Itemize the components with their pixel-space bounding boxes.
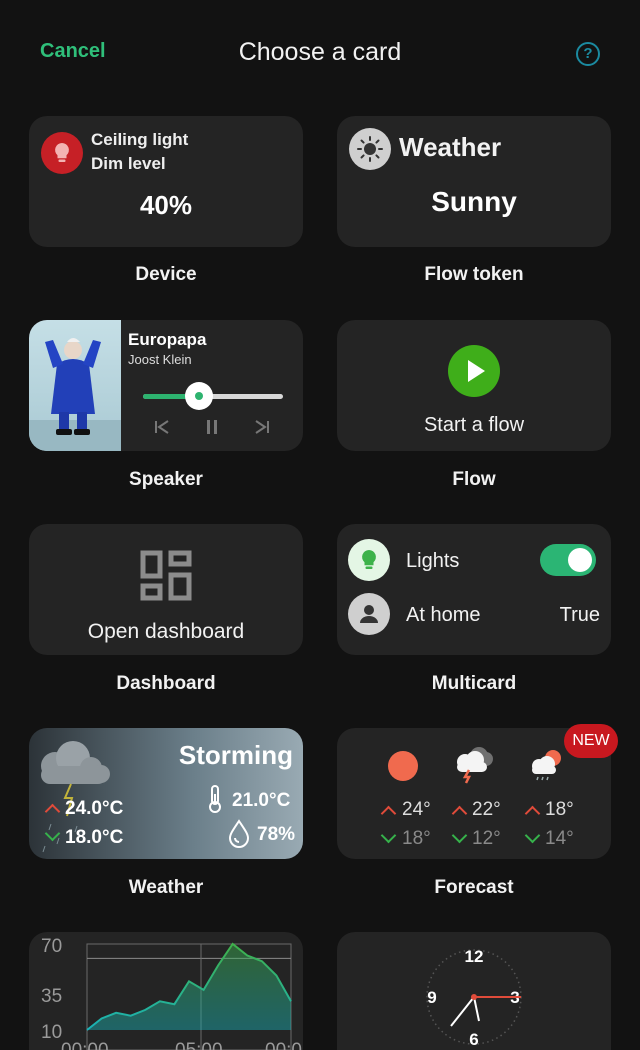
multicard-row-home-value: True [559, 604, 600, 626]
card-caption-speaker: Speaker [129, 469, 203, 490]
header-bar: Cancel Choose a card ? [0, 0, 640, 100]
card-caption-weather: Weather [128, 877, 204, 898]
token-title: Weather [399, 132, 502, 162]
chart-area [87, 944, 291, 1030]
volume-slider-track[interactable] [143, 394, 283, 399]
chart-y-tick-label: 35 [41, 986, 62, 1007]
multicard-row-lights-label: Lights [406, 550, 460, 572]
next-track-icon[interactable] [253, 418, 271, 436]
dashboard-label: Open dashboard [87, 620, 245, 643]
device-card[interactable]: Ceiling light Dim level 40% [29, 116, 303, 247]
album-art-image [29, 320, 121, 451]
lights-toggle[interactable] [540, 544, 596, 576]
bulb-icon [41, 132, 83, 174]
volume-slider-handle[interactable] [185, 382, 213, 410]
clock-card[interactable]: 12 3 6 9 [337, 932, 611, 1050]
sun-icon [349, 128, 391, 170]
arrow-down-icon [380, 827, 397, 844]
weather-temperature: 21.0°C [232, 790, 291, 811]
weather-condition: Storming [178, 740, 293, 770]
speaker-card[interactable]: Europapa Joost Klein [29, 320, 303, 451]
thermometer-icon [209, 785, 221, 813]
chart-y-tick-label: 10 [41, 1022, 62, 1043]
clock-numeral-9: 9 [427, 988, 436, 1007]
user-icon [348, 593, 390, 635]
forecast-day2-high: 22° [472, 799, 501, 820]
multicard-card[interactable]: Lights At home True [337, 524, 611, 655]
arrow-up-icon [380, 805, 397, 822]
device-name: Ceiling light [91, 130, 189, 149]
forecast-day3-high: 18° [545, 799, 574, 820]
bulb-icon [348, 539, 390, 581]
capability-label: Dim level [91, 154, 166, 173]
card-caption-flow-token: Flow token [424, 264, 524, 285]
weather-low-temp: 18.0°C [65, 827, 124, 848]
rain-sun-icon [532, 750, 561, 781]
forecast-day2-low: 12° [472, 828, 501, 849]
card-caption-device: Device [135, 264, 197, 285]
chart-card[interactable]: 70 35 1000:00 05:00 00:0 [29, 932, 303, 1050]
flow-card[interactable]: Start a flow [337, 320, 611, 451]
page-title: Choose a card [238, 38, 402, 66]
flow-token-card[interactable]: Weather Sunny [337, 116, 611, 247]
previous-track-icon[interactable] [153, 418, 171, 436]
analog-clock-icon: 12 3 6 9 [426, 947, 522, 1049]
device-value: 40% [139, 190, 193, 220]
forecast-day1-high: 24° [402, 799, 431, 820]
flow-label: Start a flow [423, 414, 525, 436]
dashboard-icon [140, 550, 192, 601]
forecast-day1-low: 18° [402, 828, 431, 849]
card-caption-multicard: Multicard [431, 673, 517, 694]
track-title: Europapa [128, 330, 207, 349]
weather-card[interactable]: Storming 24.0°C 18.0°C 21.0°C 78% [29, 728, 303, 859]
card-caption-forecast: Forecast [434, 877, 514, 898]
new-badge: NEW [564, 724, 618, 758]
card-caption-dashboard: Dashboard [116, 673, 216, 694]
clock-numeral-6: 6 [469, 1030, 478, 1049]
thunderstorm-icon [457, 747, 493, 784]
arrow-down-icon [451, 827, 468, 844]
chart-x-tick-label: 05:00 [175, 1040, 223, 1050]
pause-icon[interactable] [203, 418, 221, 436]
weather-humidity: 78% [257, 824, 296, 845]
weather-high-temp: 24.0°C [65, 798, 124, 819]
token-value: Sunny [431, 186, 517, 217]
arrow-up-icon [451, 805, 468, 822]
area-chart: 70 35 1000:00 05:00 00:0 [41, 936, 302, 1050]
track-artist: Joost Klein [128, 352, 192, 367]
chart-x-tick-label: 00:00 [61, 1040, 109, 1050]
multicard-row-home-label: At home [406, 604, 481, 626]
arrow-down-icon [524, 827, 541, 844]
help-icon[interactable]: ? [576, 42, 600, 66]
dashboard-card[interactable]: Open dashboard [29, 524, 303, 655]
play-icon[interactable] [448, 345, 500, 397]
chart-y-tick-label: 70 [41, 936, 62, 957]
chart-x-tick-label: 00:0 [265, 1040, 302, 1050]
clock-numeral-12: 12 [465, 947, 484, 966]
arrow-up-icon [524, 805, 541, 822]
forecast-day3-low: 14° [545, 828, 574, 849]
card-caption-flow: Flow [452, 469, 496, 490]
humidity-icon [228, 819, 250, 848]
sun-icon [388, 751, 418, 781]
